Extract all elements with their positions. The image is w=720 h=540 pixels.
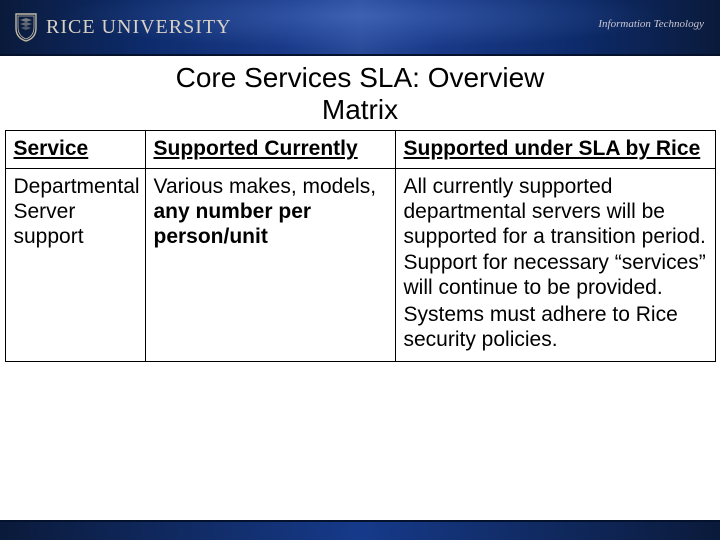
shield-icon — [14, 12, 38, 42]
sla-matrix-table: Service Supported Currently Supported un… — [5, 130, 716, 361]
cell-currently: Various makes, models, any number per pe… — [145, 169, 395, 361]
title-line-1: Core Services SLA: Overview — [176, 62, 545, 93]
cell-sla-p1: All currently supported departmental ser… — [404, 175, 707, 249]
cell-service: Departmental Server support — [5, 169, 145, 361]
bottom-bar — [0, 520, 720, 540]
header-supported-sla: Supported under SLA by Rice — [395, 131, 715, 169]
page-title: Core Services SLA: Overview Matrix — [0, 62, 720, 126]
cell-sla-p3: Systems must adhere to Rice security pol… — [404, 303, 707, 353]
table-row: Departmental Server support Various make… — [5, 169, 715, 361]
cell-sla: All currently supported departmental ser… — [395, 169, 715, 361]
title-line-2: Matrix — [322, 94, 398, 125]
cell-currently-prefix: Various makes, models, — [154, 175, 377, 198]
table-header-row: Service Supported Currently Supported un… — [5, 131, 715, 169]
top-banner: RICE UNIVERSITY Information Technology — [0, 0, 720, 56]
cell-currently-bold: any number per person/unit — [154, 200, 312, 248]
header-service: Service — [5, 131, 145, 169]
department-label: Information Technology — [598, 18, 704, 30]
university-name: RICE UNIVERSITY — [46, 16, 232, 39]
cell-sla-p2: Support for necessary “services” will co… — [404, 251, 707, 301]
header-supported-currently: Supported Currently — [145, 131, 395, 169]
logo-block: RICE UNIVERSITY — [0, 12, 232, 42]
slide: RICE UNIVERSITY Information Technology C… — [0, 0, 720, 540]
